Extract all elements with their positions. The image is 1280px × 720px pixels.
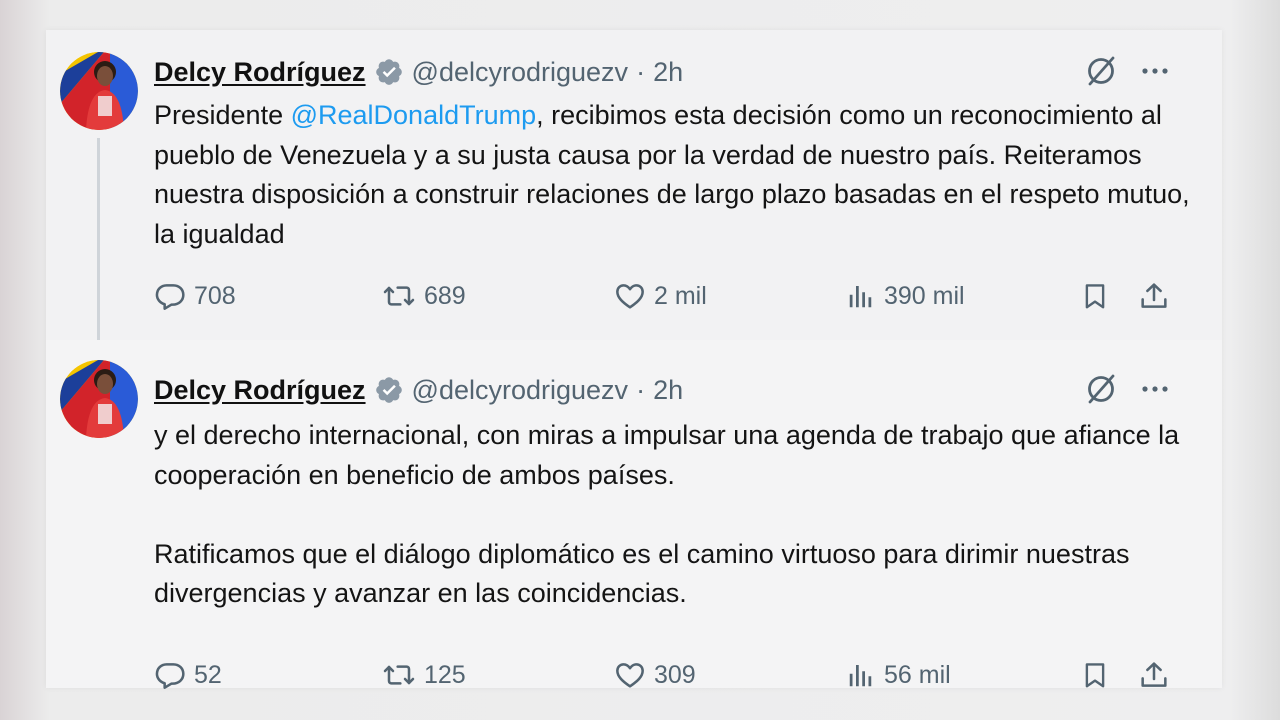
- avatar[interactable]: [60, 52, 138, 130]
- views-bar-chart-icon: [846, 280, 876, 312]
- like-count: 309: [654, 660, 696, 689]
- share-button[interactable]: [1138, 655, 1170, 695]
- separator-dot: ·: [636, 374, 646, 405]
- author-name[interactable]: Delcy Rodríguez: [154, 57, 366, 88]
- tweet-time[interactable]: 2h: [653, 57, 683, 88]
- heart-icon: [614, 659, 646, 691]
- views-button[interactable]: 390 mil: [846, 276, 965, 316]
- repost-icon: [382, 659, 416, 691]
- like-button[interactable]: 2 mil: [614, 276, 707, 316]
- reply-button[interactable]: 708: [154, 276, 236, 316]
- bookmark-button[interactable]: [1080, 655, 1110, 695]
- tweet-header: Delcy Rodríguez @delcyrodriguezv · 2h: [154, 372, 683, 408]
- reply-count: 52: [194, 660, 222, 689]
- views-bar-chart-icon: [846, 659, 876, 691]
- verified-badge-icon[interactable]: [374, 57, 404, 87]
- tweet[interactable]: Delcy Rodríguez @delcyrodriguezv · 2h: [46, 340, 1222, 689]
- tweet[interactable]: Delcy Rodríguez @delcyrodriguezv · 2h: [46, 30, 1222, 350]
- more-options-icon[interactable]: [1138, 54, 1172, 88]
- separator-dot: ·: [636, 56, 646, 87]
- grok-icon[interactable]: [1082, 370, 1120, 408]
- reply-count: 708: [194, 281, 236, 310]
- like-count: 2 mil: [654, 281, 707, 310]
- repost-count: 125: [424, 660, 466, 689]
- tweet-time[interactable]: 2h: [653, 375, 683, 406]
- screen: Delcy Rodríguez @delcyrodriguezv · 2h Pr…: [0, 0, 1280, 720]
- like-button[interactable]: 309: [614, 655, 696, 695]
- bookmark-icon: [1080, 658, 1110, 692]
- thread-connector-line: [97, 138, 100, 350]
- tweet-paragraph: y el derecho internacional, con miras a …: [154, 420, 1180, 490]
- tweet-paragraph: Ratificamos que el diálogo diplomático e…: [154, 538, 1130, 609]
- repost-button[interactable]: 689: [382, 276, 466, 316]
- views-count: 56 mil: [884, 660, 951, 689]
- tweet-text: Presidente @RealDonaldTrump, recibimos e…: [154, 96, 1204, 254]
- author-handle[interactable]: @delcyrodriguezv: [412, 57, 629, 88]
- more-options-icon[interactable]: [1138, 372, 1172, 406]
- share-icon: [1138, 279, 1170, 313]
- avatar[interactable]: [60, 360, 138, 438]
- avatar-image: [60, 360, 138, 438]
- author-handle[interactable]: @delcyrodriguezv: [412, 375, 629, 406]
- bookmark-icon: [1080, 279, 1110, 313]
- tweet-text: y el derecho internacional, con miras a …: [154, 416, 1204, 614]
- tweet-actions: 708 689 2 mil 390 mil: [154, 276, 1174, 316]
- bookmark-button[interactable]: [1080, 276, 1110, 316]
- grok-icon[interactable]: [1082, 52, 1120, 90]
- repost-count: 689: [424, 281, 466, 310]
- tweet-text-prefix: Presidente: [154, 100, 291, 130]
- tweet-header: Delcy Rodríguez @delcyrodriguezv · 2h: [154, 54, 683, 90]
- author-name[interactable]: Delcy Rodríguez: [154, 375, 366, 406]
- mention-link[interactable]: @RealDonaldTrump: [291, 100, 537, 130]
- tweet-actions: 52 125 309 56 mil: [154, 655, 1174, 695]
- share-button[interactable]: [1138, 276, 1170, 316]
- reply-button[interactable]: 52: [154, 655, 222, 695]
- repost-icon: [382, 280, 416, 312]
- tweet-thread-card: Delcy Rodríguez @delcyrodriguezv · 2h Pr…: [46, 30, 1222, 689]
- heart-icon: [614, 280, 646, 312]
- verified-badge-icon[interactable]: [374, 375, 404, 405]
- views-button[interactable]: 56 mil: [846, 655, 951, 695]
- reply-icon: [154, 280, 186, 312]
- views-count: 390 mil: [884, 281, 965, 310]
- reply-icon: [154, 659, 186, 691]
- repost-button[interactable]: 125: [382, 655, 466, 695]
- avatar-image: [60, 52, 138, 130]
- share-icon: [1138, 658, 1170, 692]
